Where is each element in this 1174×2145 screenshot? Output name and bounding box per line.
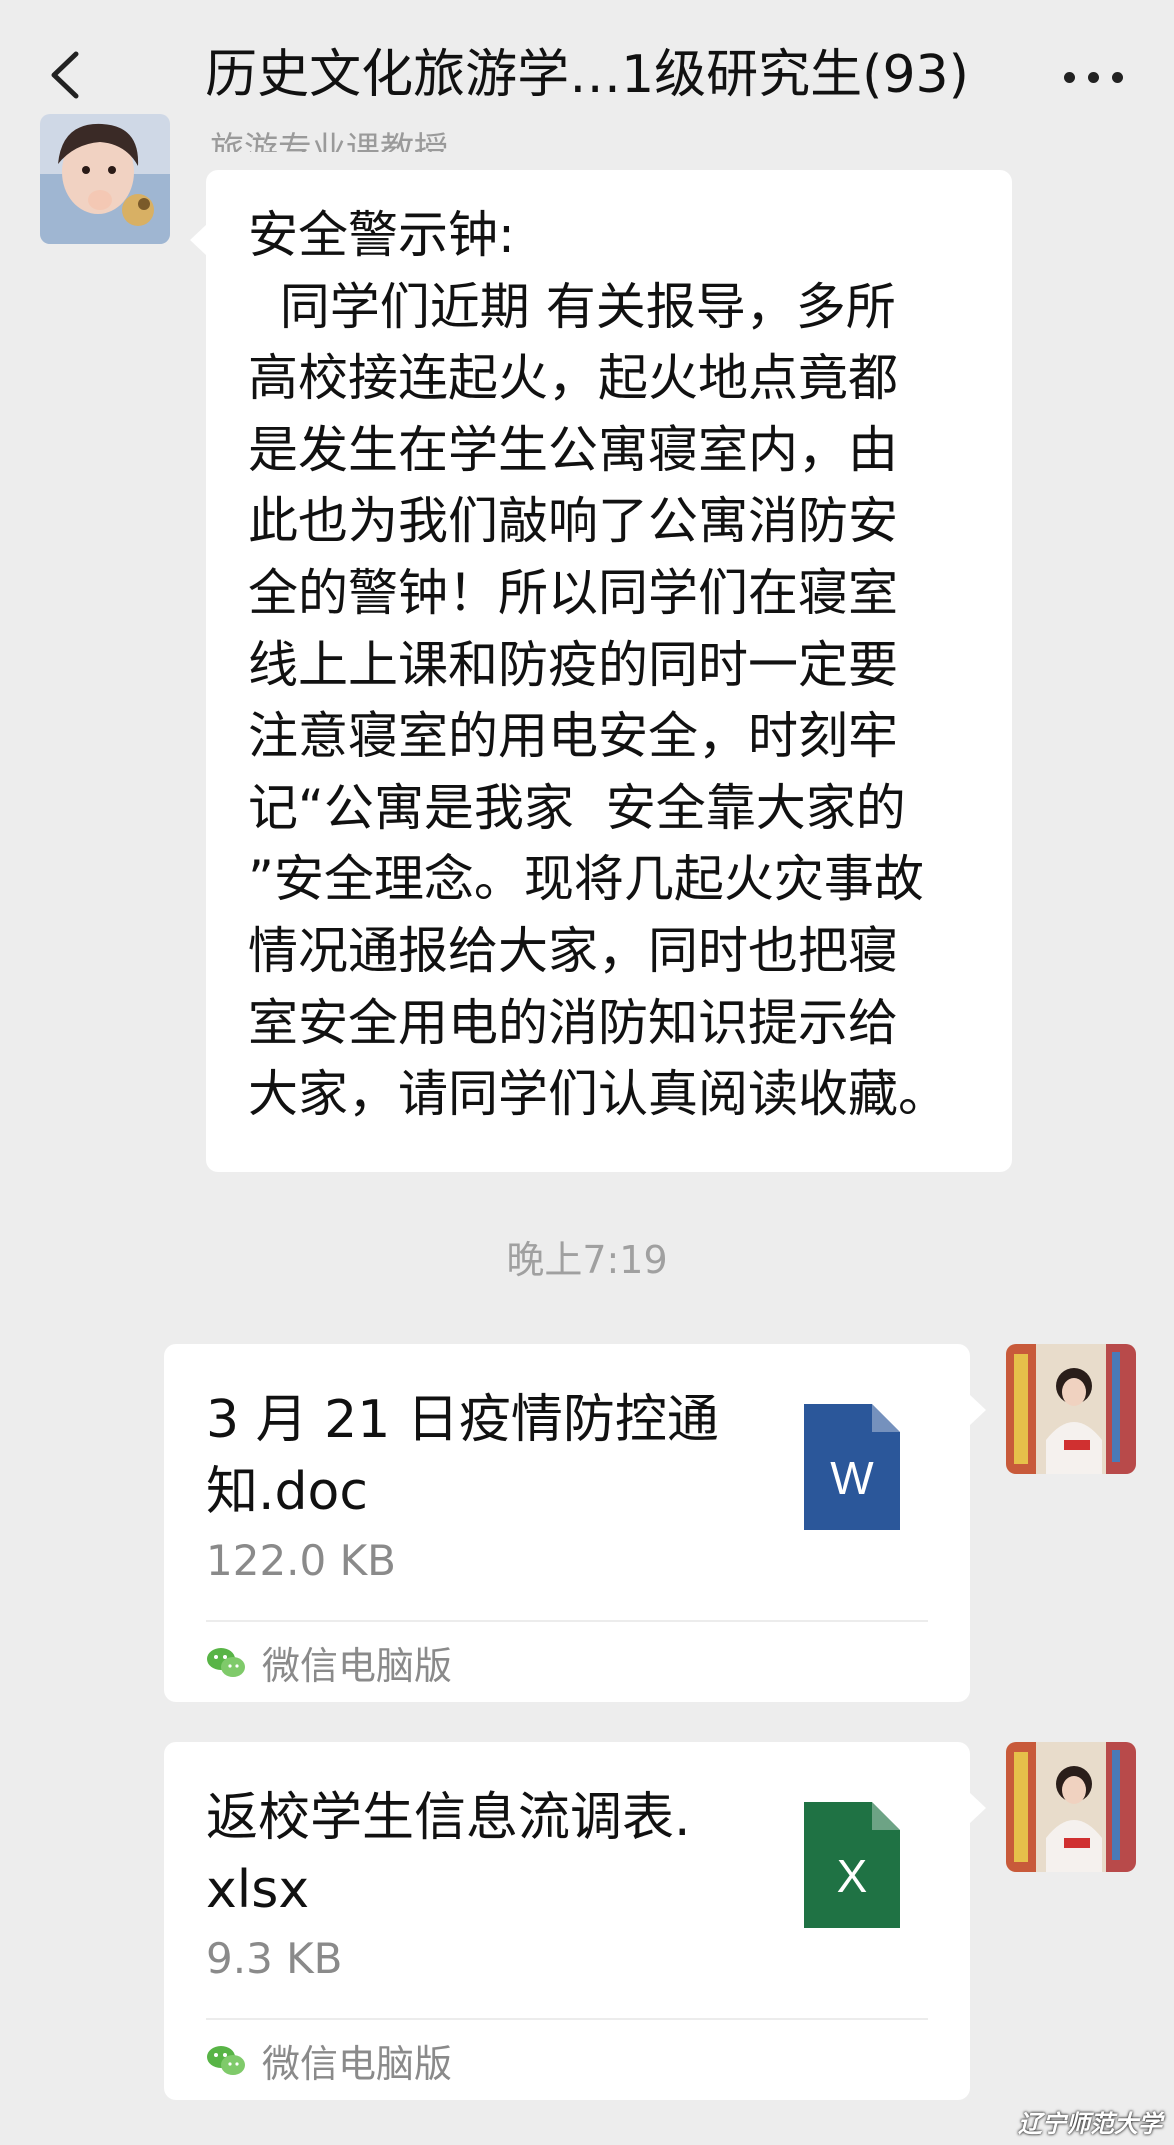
nav-bar: 历史文化旅游学…1级研究生(93) xyxy=(0,0,1174,152)
file-icon-letter: X xyxy=(836,1850,868,1902)
wechat-icon xyxy=(206,1645,246,1679)
excel-file-icon: X xyxy=(804,1802,900,1928)
chevron-left-icon[interactable] xyxy=(40,40,96,110)
divider xyxy=(206,2018,928,2020)
source-label: 微信电脑版 xyxy=(206,2032,452,2088)
source-text: 微信电脑版 xyxy=(262,2041,453,2086)
watermark: 辽宁师范大学 xyxy=(1018,2110,1162,2138)
file-message-card[interactable]: 3 月 21 日疫情防控通 知.doc 122.0 KB W 微信电脑版 xyxy=(164,1344,986,1702)
divider xyxy=(206,1620,928,1622)
sender-name: 旅游专业课教授 xyxy=(210,130,448,152)
wechat-icon xyxy=(206,2043,246,2077)
file-icon-letter: W xyxy=(830,1452,874,1504)
file-name: 3 月 21 日疫情防控通 知.doc xyxy=(206,1390,719,1522)
sender-avatar[interactable] xyxy=(40,114,170,244)
file-message-card[interactable]: 返校学生信息流调表. xlsx 9.3 KB X 微信电脑版 xyxy=(164,1742,986,2100)
file-size: 9.3 KB xyxy=(206,1934,343,1983)
more-dots-icon[interactable] xyxy=(1054,46,1134,106)
message-bubble[interactable]: 安全警示钟: 同学们近期 有关报导，多所 高校接连起火，起火地点竟都 是发生在学… xyxy=(190,170,1012,1172)
source-label: 微信电脑版 xyxy=(206,1634,452,1690)
chat-title: 历史文化旅游学…1级研究生(93) xyxy=(205,45,969,105)
word-file-icon: W xyxy=(804,1404,900,1530)
timestamp: 晚上7:19 xyxy=(506,1238,668,1282)
my-avatar[interactable] xyxy=(1006,1344,1136,1474)
source-text: 微信电脑版 xyxy=(262,1643,453,1688)
my-avatar[interactable] xyxy=(1006,1742,1136,1872)
file-size: 122.0 KB xyxy=(206,1536,396,1585)
file-name: 返校学生信息流调表. xlsx xyxy=(206,1788,691,1920)
